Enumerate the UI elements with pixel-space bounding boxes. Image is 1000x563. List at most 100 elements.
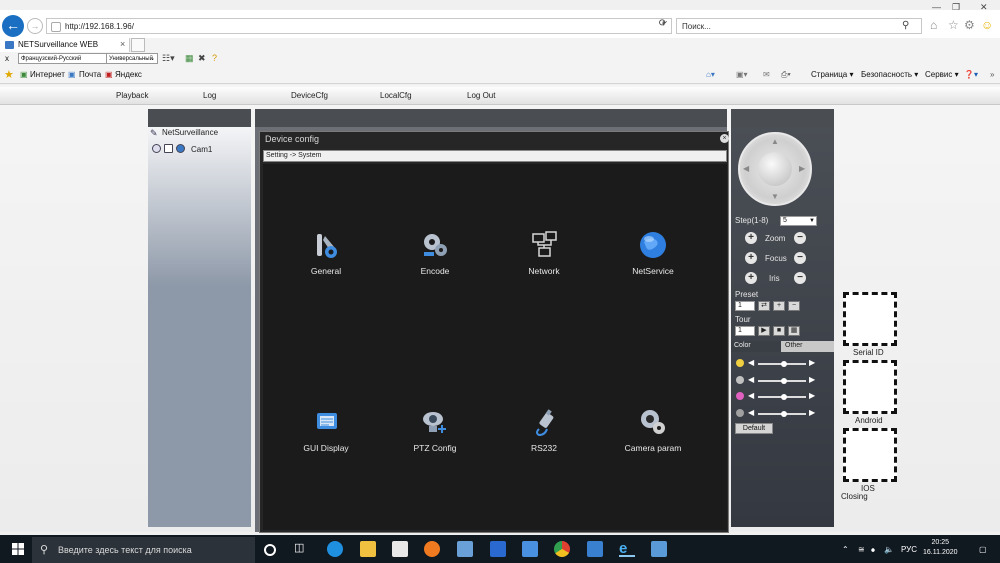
nav-devicecfg[interactable]: DeviceCfg (291, 91, 328, 100)
close-icon[interactable]: × (720, 134, 729, 143)
edge-icon[interactable] (327, 541, 343, 557)
tab-netsurveillance[interactable]: NETSurveillance WEB × (0, 38, 130, 52)
config-network[interactable]: Network (499, 230, 589, 290)
menu-service[interactable]: Сервис ▾ (925, 70, 959, 79)
arrow-up-icon[interactable]: ▲ (771, 137, 779, 146)
default-button[interactable]: Default (735, 423, 773, 434)
translate-tool-icon[interactable]: ☷▾ (162, 53, 175, 64)
config-netservice[interactable]: NetService (608, 230, 698, 290)
translate-mode-select[interactable]: Универсальный ⌄ (106, 53, 158, 64)
preset-input[interactable]: 1 (735, 301, 755, 311)
language-indicator[interactable]: РУС (901, 545, 917, 554)
slider-right-arrow-icon[interactable]: ▶ (809, 408, 815, 417)
expand-icon[interactable]: » (990, 70, 994, 79)
arrow-right-icon[interactable]: ▶ (799, 164, 805, 173)
rss-icon[interactable]: ▣▾ (736, 70, 748, 79)
new-tab-button[interactable] (131, 38, 145, 52)
iris-open-button[interactable]: + (745, 272, 757, 284)
mail-icon[interactable] (587, 541, 603, 557)
help-icon[interactable]: ? (212, 53, 217, 63)
config-gui-display[interactable]: GUI Display (281, 407, 371, 467)
nav-localcfg[interactable]: LocalCfg (380, 91, 412, 100)
grid-tool-icon[interactable]: ▦ (185, 53, 194, 64)
windows-start-icon[interactable] (12, 543, 24, 555)
config-rs232[interactable]: RS232 (499, 407, 589, 467)
netsurveillance-app-icon[interactable] (651, 541, 667, 557)
back-button[interactable]: ← (2, 15, 24, 37)
close-tab-icon[interactable]: × (120, 39, 125, 49)
slider-left-arrow-icon[interactable]: ◀ (748, 358, 754, 367)
nav-playback[interactable]: Playback (116, 91, 148, 100)
network-tray-icon[interactable]: ≅ (858, 545, 865, 554)
config-camera-param[interactable]: Camera param (608, 407, 698, 467)
taskbar-search[interactable]: ⚲ Введите здесь текст для поиска (32, 537, 255, 563)
store-icon[interactable] (392, 541, 408, 557)
volume-icon[interactable]: 🔈 (884, 545, 894, 554)
nav-logout[interactable]: Log Out (467, 91, 495, 100)
dropdown-icon[interactable]: ▾ (662, 20, 666, 28)
slider-knob[interactable] (781, 410, 788, 417)
forward-button[interactable]: → (27, 18, 43, 34)
app-window-icon[interactable] (522, 541, 538, 557)
preset-goto-button[interactable]: ⇄ (758, 301, 770, 311)
tour-stop-button[interactable]: ■ (773, 326, 785, 336)
menu-security[interactable]: Безопасность ▾ (861, 70, 918, 79)
wifi-icon[interactable]: ⦁ (871, 545, 875, 555)
notifications-icon[interactable]: ▢ (979, 545, 987, 554)
preset-remove-button[interactable]: − (788, 301, 800, 311)
fav-yandex[interactable]: Яндекс (115, 70, 142, 79)
slider-right-arrow-icon[interactable]: ▶ (809, 375, 815, 384)
task-view-icon[interactable]: ◫ (294, 541, 310, 557)
tour-grid-button[interactable]: ▦ (788, 326, 800, 336)
slider-right-arrow-icon[interactable]: ▶ (809, 358, 815, 367)
preset-add-button[interactable]: + (773, 301, 785, 311)
explorer-icon[interactable] (360, 541, 376, 557)
focus-in-button[interactable]: + (745, 252, 757, 264)
close-toolbar-icon[interactable]: x (5, 54, 9, 63)
config-ptz[interactable]: PTZ Config (390, 407, 480, 467)
camera-icon[interactable] (176, 144, 185, 153)
closing-link[interactable]: Closing (841, 492, 868, 501)
favorites-star-icon[interactable]: ★ (4, 68, 14, 81)
help-icon[interactable]: ❓▾ (964, 70, 978, 79)
search-icon[interactable]: ⚲ (902, 20, 909, 31)
brightness-slider[interactable]: ◀ ▶ (735, 358, 825, 370)
slider-knob[interactable] (781, 377, 788, 384)
contrast-slider[interactable]: ◀ ▶ (735, 375, 825, 387)
slider-left-arrow-icon[interactable]: ◀ (748, 375, 754, 384)
firefox-icon[interactable] (424, 541, 440, 557)
print-icon[interactable]: ⎙▾ (781, 70, 791, 80)
search-input[interactable]: Поиск... ⚲ (676, 18, 922, 34)
slider-knob[interactable] (781, 394, 788, 400)
photos-icon[interactable] (457, 541, 473, 557)
device-tree-title[interactable]: NetSurveillance (162, 128, 218, 137)
saturation-slider[interactable]: ◀ ▶ (735, 391, 825, 403)
nav-log[interactable]: Log (203, 91, 216, 100)
clock[interactable]: 20:25 16.11.2020 (923, 538, 958, 558)
fav-mail[interactable]: Почта (79, 70, 101, 79)
slider-right-arrow-icon[interactable]: ▶ (809, 391, 815, 400)
chrome-icon[interactable] (554, 541, 570, 557)
address-bar[interactable]: http://192.168.1.96/ (46, 18, 672, 34)
fav-internet[interactable]: Интернет (30, 70, 65, 79)
step-select[interactable]: 5 ▼ (780, 216, 817, 226)
zoom-out-button[interactable]: − (794, 232, 806, 244)
ptz-center-button[interactable] (758, 152, 792, 186)
play-icon[interactable] (164, 144, 173, 153)
tools-x-icon[interactable]: ✖ (198, 53, 206, 64)
menu-page[interactable]: Страница ▾ (811, 70, 854, 79)
arrow-left-icon[interactable]: ◀ (743, 164, 749, 173)
ie-icon[interactable]: e (619, 541, 635, 557)
tray-chevron-icon[interactable]: ⌃ (842, 545, 849, 554)
tab-color[interactable]: Color (731, 341, 781, 352)
home-icon[interactable]: ⌂ (930, 18, 937, 32)
focus-out-button[interactable]: − (794, 252, 806, 264)
feedback-smiley-icon[interactable]: ☺ (981, 18, 993, 32)
zoom-in-button[interactable]: + (745, 232, 757, 244)
cortana-icon[interactable] (264, 544, 276, 556)
tour-input[interactable]: 1 (735, 326, 755, 336)
hue-slider[interactable]: ◀ ▶ (735, 408, 825, 420)
settings-gear-icon[interactable]: ⚙ (964, 18, 975, 32)
slider-left-arrow-icon[interactable]: ◀ (748, 391, 754, 400)
record-icon[interactable] (152, 144, 161, 153)
